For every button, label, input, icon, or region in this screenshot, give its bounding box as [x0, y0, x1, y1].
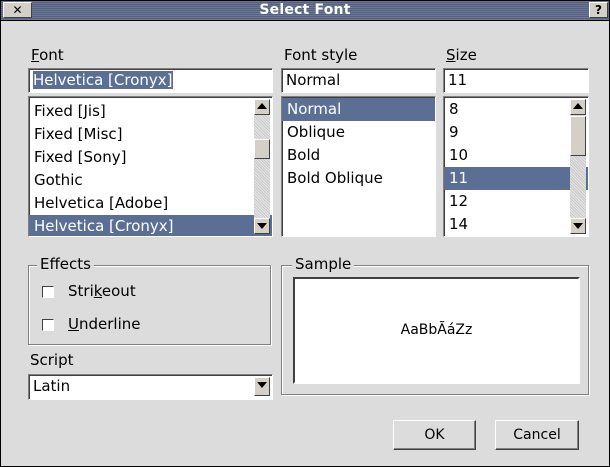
scrollbar-thumb[interactable] — [570, 116, 586, 156]
font-style-list-item[interactable]: Oblique — [282, 121, 435, 144]
size-list-item[interactable]: 12 — [444, 190, 588, 213]
underline-label[interactable]: Underline — [68, 315, 140, 333]
chevron-down-icon[interactable] — [254, 377, 270, 396]
sample-legend: Sample — [292, 255, 355, 273]
strikeout-label-post: eout — [101, 282, 136, 300]
font-list-scrollbar[interactable] — [254, 99, 270, 234]
font-list-item[interactable]: Helvetica [Adobe] — [29, 192, 272, 215]
font-list-item[interactable]: Fixed [Sony] — [29, 146, 272, 169]
size-input[interactable]: 11 — [443, 68, 589, 93]
size-list-item[interactable]: 8 — [444, 98, 588, 121]
font-label: Font — [31, 46, 64, 64]
effects-legend: Effects — [37, 255, 94, 273]
underline-label-mnemonic: U — [68, 315, 79, 333]
scroll-up-icon[interactable] — [570, 99, 586, 115]
size-list-item[interactable]: 11 — [444, 167, 588, 190]
underline-checkbox[interactable] — [42, 319, 54, 331]
help-icon[interactable]: ? — [589, 2, 608, 18]
font-style-list-item[interactable]: Normal — [282, 98, 435, 121]
font-list-item[interactable]: Gothic — [29, 169, 272, 192]
sample-preview: AaBbÃáZz — [293, 277, 580, 384]
script-select-value: Latin — [33, 377, 71, 395]
strikeout-checkbox[interactable] — [42, 286, 54, 298]
font-input-value: Helvetica [Cronyx] — [33, 71, 173, 89]
size-list-item[interactable]: 9 — [444, 121, 588, 144]
font-list[interactable]: Fixed [Jis] Fixed [Misc] Fixed [Sony] Gothi… — [28, 96, 273, 237]
script-label: Script — [30, 351, 74, 369]
title-bar[interactable]: ✕ Select Font ? — [1, 1, 609, 21]
size-label-rest: ize — [455, 46, 477, 64]
strikeout-label-mnemonic: k — [93, 282, 102, 300]
size-label-mnemonic: S — [446, 46, 456, 64]
size-list[interactable]: 8 9 10 11 12 14 — [443, 96, 589, 237]
font-style-input[interactable]: Normal — [281, 68, 436, 93]
scrollbar-thumb[interactable] — [254, 139, 270, 159]
underline-label-post: nderline — [78, 315, 141, 333]
font-label-mnemonic: F — [31, 46, 40, 64]
script-select[interactable]: Latin — [28, 374, 273, 400]
size-list-item[interactable]: 14 — [444, 213, 588, 236]
font-input[interactable]: Helvetica [Cronyx] — [28, 68, 273, 93]
select-font-dialog: ✕ Select Font ? Font Helvetica [Cronyx] … — [0, 0, 610, 467]
size-label: Size — [446, 46, 477, 64]
strikeout-label-pre: Stri — [68, 282, 94, 300]
font-style-list[interactable]: Normal Oblique Bold Bold Oblique — [281, 96, 436, 237]
font-style-label: Font style — [284, 46, 358, 64]
font-list-item[interactable]: Helvetica [Cronyx] — [29, 215, 272, 236]
window-title: Select Font — [259, 2, 351, 18]
effects-group — [28, 265, 271, 345]
size-list-item[interactable]: 10 — [444, 144, 588, 167]
font-list-item[interactable]: Fixed [Jis] — [29, 100, 272, 123]
scroll-up-icon[interactable] — [254, 99, 270, 115]
cancel-button[interactable]: Cancel — [495, 420, 579, 450]
strikeout-label[interactable]: Strikeout — [68, 282, 136, 300]
ok-button[interactable]: OK — [393, 420, 476, 450]
font-style-list-item[interactable]: Bold Oblique — [282, 167, 435, 190]
font-style-list-item[interactable]: Bold — [282, 144, 435, 167]
font-label-rest: ont — [39, 46, 64, 64]
font-list-item[interactable]: Fixed [Misc] — [29, 123, 272, 146]
scroll-down-icon[interactable] — [254, 218, 270, 234]
scroll-down-icon[interactable] — [570, 218, 586, 234]
size-list-scrollbar[interactable] — [570, 99, 586, 234]
